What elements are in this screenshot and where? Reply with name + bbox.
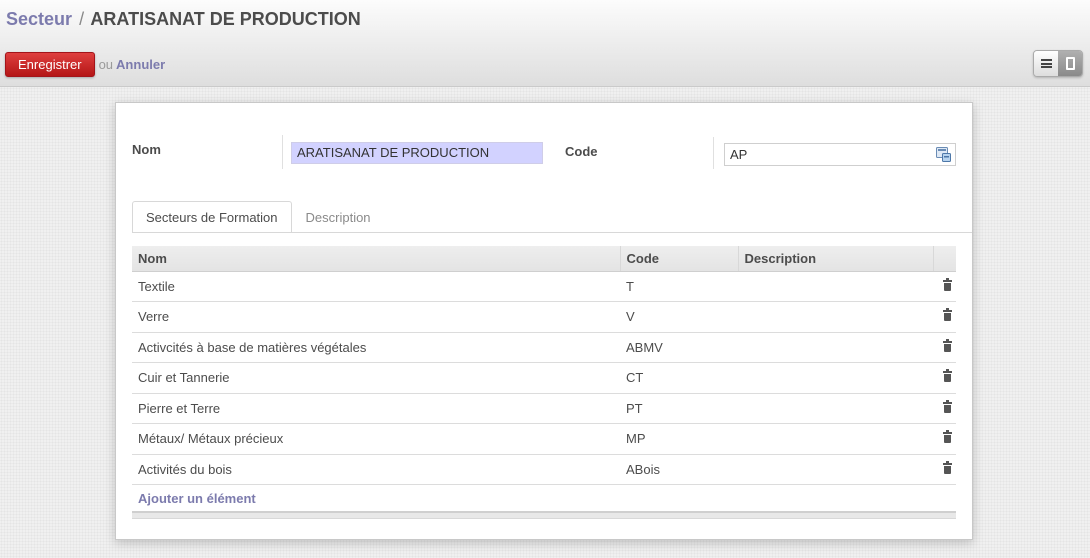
- table-row[interactable]: Activcités à base de matières végétales …: [132, 331, 956, 363]
- form-sheet: Nom ARATISANAT DE PRODUCTION Code AP Sec…: [115, 102, 973, 540]
- breadcrumb: Secteur / ARATISANAT DE PRODUCTION: [6, 9, 361, 30]
- cell-description: [738, 270, 933, 302]
- cell-nom: Activcités à base de matières végétales: [132, 331, 620, 363]
- breadcrumb-parent-link[interactable]: Secteur: [6, 9, 72, 29]
- column-header-code[interactable]: Code: [619, 246, 738, 272]
- form-actions: Enregistrer ou Annuler: [5, 52, 165, 77]
- code-label: Code: [565, 144, 598, 159]
- column-header-description[interactable]: Description: [737, 246, 933, 272]
- control-panel: Secteur / ARATISANAT DE PRODUCTION Enreg…: [0, 0, 1090, 87]
- tab-secteurs-de-formation[interactable]: Secteurs de Formation: [132, 201, 292, 233]
- table-row[interactable]: Textile T: [132, 270, 956, 302]
- delete-row-button[interactable]: [933, 392, 956, 424]
- field-divider: [713, 137, 714, 169]
- trash-icon: [943, 460, 952, 474]
- delete-row-button[interactable]: [933, 423, 956, 454]
- column-header-nom[interactable]: Nom: [132, 246, 620, 272]
- code-value: AP: [730, 147, 748, 162]
- delete-row-button[interactable]: [933, 362, 956, 393]
- name-field[interactable]: ARATISANAT DE PRODUCTION: [291, 142, 543, 164]
- cell-description: [738, 301, 933, 332]
- cell-nom: Pierre et Terre: [132, 392, 620, 424]
- cell-code: ABMV: [620, 331, 738, 363]
- cell-description: [738, 423, 933, 454]
- add-row: Ajouter un élément: [132, 484, 956, 512]
- table-header-row: Nom Code Description: [132, 246, 956, 272]
- cell-description: [738, 362, 933, 393]
- table-row[interactable]: Cuir et Tannerie CT: [132, 362, 956, 393]
- delete-row-button[interactable]: [933, 331, 956, 363]
- cell-code: V: [620, 301, 738, 332]
- form-view-icon: [1065, 57, 1075, 70]
- cell-code: ABois: [620, 453, 738, 485]
- name-label: Nom: [132, 142, 161, 157]
- cell-nom: Cuir et Tannerie: [132, 362, 620, 393]
- column-header-actions: [932, 246, 956, 272]
- discard-link[interactable]: Annuler: [116, 57, 165, 72]
- delete-row-button[interactable]: [933, 301, 956, 332]
- cell-nom: Verre: [132, 301, 620, 332]
- trash-icon: [943, 338, 952, 352]
- delete-row-button[interactable]: [933, 453, 956, 485]
- code-field[interactable]: AP: [724, 143, 956, 166]
- form-view-button[interactable]: [1058, 51, 1082, 76]
- trash-icon: [943, 308, 952, 322]
- save-button[interactable]: Enregistrer: [5, 52, 95, 77]
- secteurs-table: Nom Code Description Textile T Verre V A…: [132, 246, 956, 512]
- breadcrumb-current: ARATISANAT DE PRODUCTION: [90, 9, 361, 29]
- cell-code: CT: [620, 362, 738, 393]
- notebook-tabs: Secteurs de Formation Description: [132, 201, 385, 233]
- cell-nom: Activités du bois: [132, 453, 620, 485]
- cell-code: PT: [620, 392, 738, 424]
- cell-code: MP: [620, 423, 738, 454]
- cell-description: [738, 392, 933, 424]
- field-divider: [282, 135, 283, 169]
- table-row[interactable]: Pierre et Terre PT: [132, 392, 956, 424]
- cell-description: [738, 331, 933, 363]
- grid-footer: [132, 511, 956, 519]
- cell-nom: Métaux/ Métaux précieux: [132, 423, 620, 454]
- trash-icon: [943, 430, 952, 444]
- list-view-button[interactable]: [1034, 51, 1058, 76]
- delete-row-button[interactable]: [933, 270, 956, 302]
- breadcrumb-separator: /: [79, 9, 85, 29]
- table-row[interactable]: Métaux/ Métaux précieux MP: [132, 423, 956, 454]
- cell-code: T: [620, 270, 738, 302]
- view-switcher: [1033, 50, 1083, 77]
- cell-nom: Textile: [132, 270, 620, 302]
- trash-icon: [943, 399, 952, 413]
- table-row[interactable]: Activités du bois ABois: [132, 453, 956, 485]
- table-row[interactable]: Verre V: [132, 301, 956, 332]
- or-text: ou: [98, 57, 114, 72]
- translate-icon[interactable]: [936, 147, 951, 162]
- tabs-divider: [132, 232, 972, 233]
- cell-description: [738, 453, 933, 485]
- tab-description[interactable]: Description: [292, 201, 385, 233]
- trash-icon: [943, 277, 952, 291]
- trash-icon: [943, 369, 952, 383]
- list-view-icon: [1040, 59, 1052, 68]
- add-item-link[interactable]: Ajouter un élément: [138, 491, 256, 506]
